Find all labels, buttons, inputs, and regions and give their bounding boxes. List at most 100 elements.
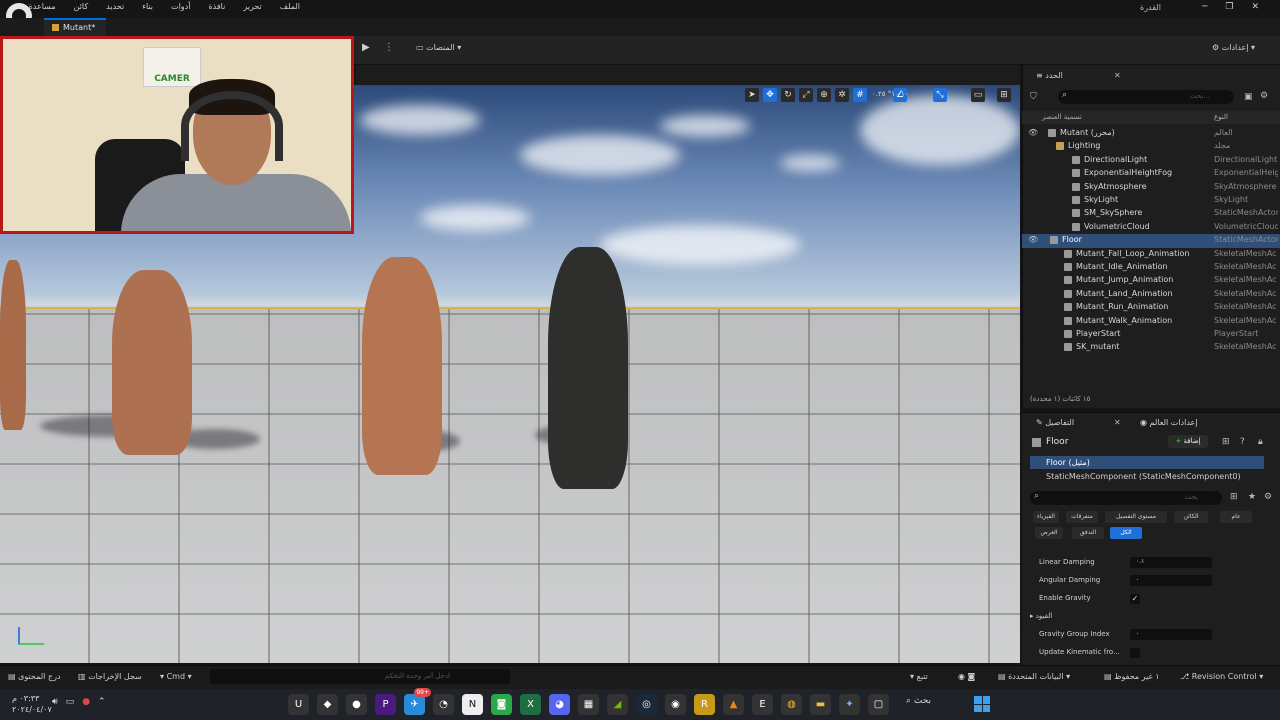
github-icon[interactable]: ● <box>346 694 367 715</box>
store-icon[interactable]: ▦ <box>578 694 599 715</box>
blueprint-icon[interactable]: ⊞ <box>1222 437 1230 447</box>
tab-world-settings[interactable]: ◉ إعدادات العالم <box>1134 414 1204 432</box>
menu-help[interactable]: مساعدة <box>29 2 56 14</box>
notion-icon[interactable]: N <box>462 694 483 715</box>
taskbar-search[interactable]: ⌕ بحث <box>906 696 962 712</box>
outliner-row[interactable]: 👁︎ Floor StaticMeshActor <box>1022 234 1280 248</box>
trace-icons[interactable]: ◉ ◙ <box>958 672 975 681</box>
outliner-row[interactable]: VolumetricCloud VolumetricCloud <box>1022 221 1280 234</box>
outliner-row[interactable]: Lighting مجلد <box>1022 140 1280 153</box>
selected-component[interactable]: Floor (مثيل) <box>1030 456 1264 469</box>
tab-outliner[interactable]: ≡ الحدد <box>1030 67 1069 85</box>
outliner-row[interactable]: DirectionalLight DirectionalLight <box>1022 154 1280 167</box>
taskbar-clock[interactable]: ٠٣:٣٣ م ٢٠٢٤/٠٤/٠٧ <box>12 693 52 715</box>
outliner-row[interactable]: Mutant_Run_Animation SkeletalMeshAc <box>1022 301 1280 314</box>
close-icon[interactable]: ✕ <box>1252 2 1260 12</box>
content-drawer-button[interactable]: ▤ درج المحتوى <box>8 672 61 681</box>
monitor-icon[interactable]: ▭ <box>66 697 75 707</box>
add-component-button[interactable]: + إضافة <box>1168 435 1208 448</box>
unsaved-button[interactable]: ▤ ١ غير محفوظ <box>1104 672 1160 681</box>
outliner-row[interactable]: SK_mutant SkeletalMeshAc <box>1022 341 1280 354</box>
tab-mutant-level[interactable]: Mutant* <box>44 18 106 36</box>
scale-icon[interactable]: ⤢ <box>799 88 813 102</box>
unreal-engine-icon[interactable]: U <box>288 694 309 715</box>
menu-select[interactable]: تحديد <box>106 2 124 14</box>
menu-edit[interactable]: تحرير <box>243 2 261 14</box>
visibility-eye-icon[interactable]: 👁︎ <box>1028 128 1038 137</box>
nvidia-icon[interactable]: ◢ <box>607 694 628 715</box>
outliner-row[interactable]: PlayerStart PlayerStart <box>1022 328 1280 341</box>
static-mesh-component[interactable]: StaticMeshComponent (StaticMeshComponent… <box>1046 472 1241 481</box>
outliner-row[interactable]: Mutant_Idle_Animation SkeletalMeshAc <box>1022 261 1280 274</box>
play-icon[interactable]: ▶ <box>362 42 378 58</box>
outliner-row[interactable]: SkyAtmosphere SkyAtmosphere <box>1022 181 1280 194</box>
outliner-row[interactable]: 👁︎ Mutant (محرر) العالم <box>1022 127 1280 140</box>
mic-icon[interactable]: ● <box>82 697 90 707</box>
steam-icon[interactable]: ◎ <box>636 694 657 715</box>
task-view-icon[interactable]: ▢ <box>868 694 889 715</box>
mutant-character[interactable] <box>0 260 26 430</box>
outliner-row[interactable]: Mutant_Fall_Loop_Animation SkeletalMeshAc <box>1022 248 1280 261</box>
menu-build[interactable]: بناء <box>142 2 153 14</box>
outliner-row[interactable]: Mutant_Jump_Animation SkeletalMeshAc <box>1022 274 1280 287</box>
trace-button[interactable]: ▾ تتبع <box>910 672 928 681</box>
menu-actor[interactable]: كائن <box>74 2 89 14</box>
platforms-button[interactable]: ▭ المنصات ▾ <box>416 43 461 52</box>
output-log-button[interactable]: ▥ سجل الإخراجات <box>78 672 142 681</box>
speed-icon[interactable]: ◔ <box>433 694 454 715</box>
outliner-row[interactable]: SkyLight SkyLight <box>1022 194 1280 207</box>
cmd-dropdown[interactable]: ▾ Cmd ▾ <box>160 672 192 681</box>
filter-button[interactable]: التدفق <box>1072 527 1104 539</box>
chevron-up-icon[interactable]: ⌃ <box>98 697 106 707</box>
outliner-row[interactable]: ExponentialHeightFog ExponentialHeigh <box>1022 167 1280 180</box>
filter-icon[interactable]: ⛉ <box>1030 92 1037 102</box>
section-header[interactable]: ▸ القيود <box>1030 612 1052 620</box>
close-icon[interactable]: ✕ <box>1114 71 1121 80</box>
details-search-input[interactable]: بحث ⌕ <box>1030 491 1222 505</box>
epic-icon[interactable]: ◆ <box>317 694 338 715</box>
settings-button[interactable]: ⚙ إعدادات ▾ <box>1212 43 1255 52</box>
grid-view-icon[interactable]: ⊞ <box>1230 492 1238 502</box>
outliner-search-input[interactable]: بحث... ⌕ <box>1058 90 1234 104</box>
whatsapp-icon[interactable]: ◙ <box>491 694 512 715</box>
derived-data-button[interactable]: ▤ البيانات المتحددة ▾ <box>998 672 1070 681</box>
filter-button[interactable]: العرض <box>1035 527 1063 539</box>
column-item-label[interactable]: تسمية العنصر <box>1042 113 1082 121</box>
vlc-icon[interactable]: ▲ <box>723 694 744 715</box>
property-checkbox[interactable] <box>1130 648 1140 658</box>
property-value-input[interactable]: ٠ <box>1130 629 1212 640</box>
outliner-settings-icon[interactable]: ⚙ <box>1260 91 1268 101</box>
menu-window[interactable]: نافذة <box>208 2 225 14</box>
minimize-icon[interactable]: ─ <box>1202 2 1207 12</box>
more-options-icon[interactable]: ⋮ <box>384 42 394 53</box>
outliner-row[interactable]: SM_SkySphere StaticMeshActor <box>1022 207 1280 220</box>
property-value-input[interactable]: ٠ <box>1130 575 1212 586</box>
details-settings-icon[interactable]: ⚙ <box>1264 492 1272 502</box>
obs-icon[interactable]: ◉ <box>665 694 686 715</box>
copilot-icon[interactable]: ✦ <box>839 694 860 715</box>
file-explorer-icon[interactable]: ▬ <box>810 694 831 715</box>
camera-speed-icon[interactable]: ▭ <box>971 88 985 102</box>
filter-button[interactable]: الكل <box>1110 527 1142 539</box>
close-icon[interactable]: ✕ <box>1114 418 1121 427</box>
filter-button[interactable]: عام <box>1220 511 1252 523</box>
translate-icon[interactable]: ✥ <box>763 88 777 102</box>
discord-icon[interactable]: ◕ <box>549 694 570 715</box>
mutant-character[interactable] <box>548 247 628 489</box>
outliner-row[interactable]: Mutant_Walk_Animation SkeletalMeshAc <box>1022 315 1280 328</box>
chrome-icon[interactable]: ◍ <box>781 694 802 715</box>
filter-button[interactable]: متفرقات <box>1066 511 1098 523</box>
windows-start-icon[interactable] <box>974 696 990 712</box>
telegram-icon[interactable]: ✈ 99+ <box>404 688 431 715</box>
property-checkbox[interactable]: ✓ <box>1130 594 1140 604</box>
add-folder-icon[interactable]: ▣ <box>1244 92 1253 102</box>
epic-games-icon[interactable]: E <box>752 694 773 715</box>
filter-button[interactable]: مستوى التفصيل <box>1105 511 1167 523</box>
menu-file[interactable]: الملف <box>280 2 300 14</box>
column-type[interactable]: النوع <box>1214 113 1228 121</box>
property-value-input[interactable]: ٠.١ <box>1130 557 1212 568</box>
filter-button[interactable]: الفيزياء <box>1033 511 1059 523</box>
surface-snap-icon[interactable]: ✲ <box>835 88 849 102</box>
outliner-row[interactable]: Mutant_Land_Animation SkeletalMeshAc <box>1022 288 1280 301</box>
scale-snap-icon[interactable]: ⤡ <box>933 88 947 102</box>
